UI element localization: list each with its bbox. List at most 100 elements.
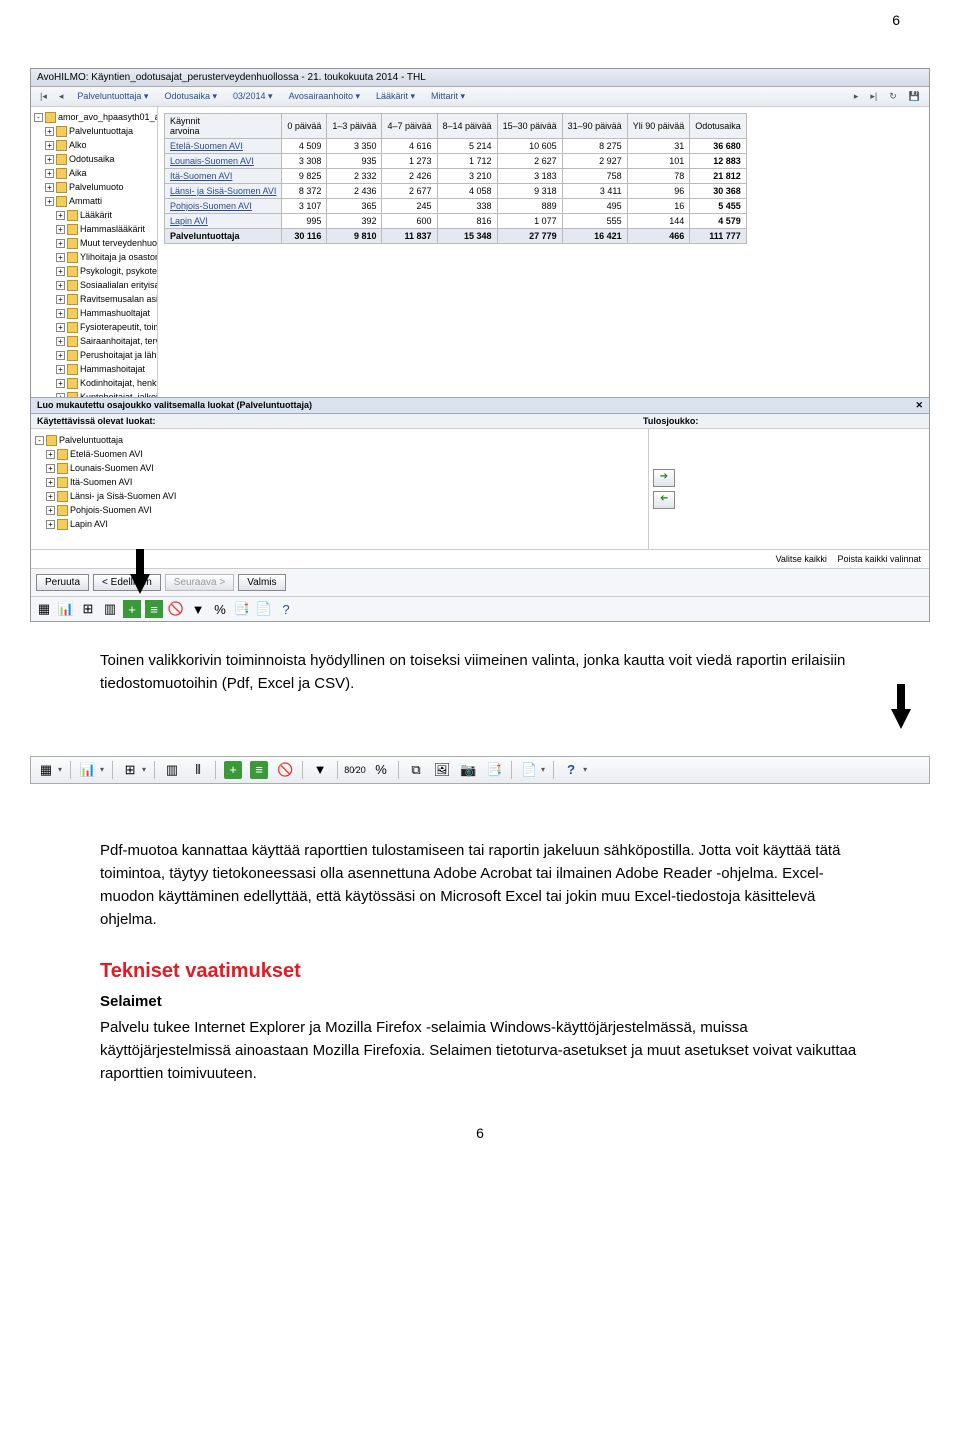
tree-item[interactable]: +Hammashuoltajat [34,306,154,320]
clear-all-link[interactable]: Poista kaikki valinnat [837,554,921,564]
nav-prev-icon[interactable]: ◂ [56,91,67,102]
tree-item[interactable]: +Odotusaika [34,152,154,166]
grid-icon[interactable]: ▦ [37,761,55,779]
filter-period[interactable]: 03/2014 ▾ [228,90,278,103]
filter-tree-item[interactable]: -Palveluntuottaja [35,433,644,447]
filter-tree-item[interactable]: +Pohjois-Suomen AVI [35,503,644,517]
layout-icon[interactable]: ▥ [101,600,119,618]
annotation-arrow [130,574,150,594]
filter-icon[interactable]: ▼ [189,600,207,618]
table-total-row: Palveluntuottaja30 1169 81011 83715 3482… [165,229,747,244]
percent-icon[interactable]: % [211,600,229,618]
save-icon[interactable]: 💾 [906,91,923,102]
section-heading: Tekniset vaatimukset [100,960,860,983]
available-tree[interactable]: -Palveluntuottaja+Etelä-Suomen AVI+Louna… [31,429,648,549]
subset-panel-title: Luo mukautettu osajoukko valitsemalla lu… [37,400,312,411]
table-row: Pohjois-Suomen AVI3 10736524533888949516… [165,199,747,214]
barchart-icon[interactable]: 📊 [79,761,97,779]
filter-palveluntuottaja[interactable]: Palveluntuottaja ▾ [72,90,153,103]
nav-first-icon[interactable]: |◂ [37,91,50,102]
table-icon[interactable]: ⊞ [79,600,97,618]
help-icon[interactable]: ? [277,600,295,618]
camera-icon[interactable]: 📷 [459,761,477,779]
page-number-bottom: 6 [0,1105,960,1171]
tree-item[interactable]: +Ylihoitaja ja osastonhoitaj [34,250,154,264]
picture-icon[interactable]: 🖼 [433,761,451,779]
filter-role[interactable]: Lääkärit ▾ [371,90,420,103]
tree-item[interactable]: +Hammashoitajat [34,362,154,376]
document-icon[interactable]: 📄 [255,600,273,618]
percent-icon[interactable]: % [372,761,390,779]
select-all-link[interactable]: Valitse kaikki [776,554,827,564]
dimension-tree[interactable]: -amor_avo_hpaasyth01_ahl_hpa +Palveluntu… [31,107,158,397]
add-icon[interactable]: ➔ [653,469,675,487]
filter-tree-item[interactable]: +Länsi- ja Sisä-Suomen AVI [35,489,644,503]
tree-item[interactable]: +Psykologit, psykoterapeutit [34,264,154,278]
tree-item[interactable]: +Kuntohoitajat, jalkojenhoit [34,390,154,397]
share-icon[interactable]: ⧉ [407,761,425,779]
toolbar-closeup: ▦▾ 📊▾ ⊞▾ ▥ ⫴ + ≡ 🚫 ▼ 80⁄20 % ⧉ 🖼 📷 📑 📄▾ … [30,756,930,784]
plus-icon[interactable]: + [123,600,141,618]
tree-item[interactable]: +Muut terveydenhuollon eril [34,236,154,250]
tree-item[interactable]: +Sairaanhoitajat, terveyden [34,334,154,348]
report-toolbar: |◂ ◂ Palveluntuottaja ▾ Odotusaika ▾ 03/… [31,87,929,107]
grid-icon[interactable]: ▦ [35,600,53,618]
plus-icon[interactable]: + [224,761,242,779]
layout-icon[interactable]: ▥ [163,761,181,779]
annotation-arrow [891,709,911,729]
window-title: AvoHILMO: Käyntien_odotusajat_perusterve… [31,69,929,87]
close-icon[interactable]: ✕ [915,400,923,411]
pivot-table: Käynnit arvoina 0 päivää 1–3 päivää 4–7 … [164,113,747,244]
forbidden-icon[interactable]: 🚫 [167,600,185,618]
filter-tree-item[interactable]: +Lapin AVI [35,517,644,531]
export-icon[interactable]: 📑 [485,761,503,779]
list-icon[interactable]: ≡ [250,761,268,779]
result-list[interactable]: ➔ ➔ [648,429,929,549]
tree-item[interactable]: +Hammaslääkärit [34,222,154,236]
nav-last-icon[interactable]: ▸| [867,91,880,102]
filter-mittarit[interactable]: Mittarit ▾ [426,90,470,103]
paragraph-2: Pdf-muotoa kannattaa käyttää raporttien … [100,839,860,932]
table-row: Länsi- ja Sisä-Suomen AVI8 3722 4362 677… [165,184,747,199]
columns-icon[interactable]: ⫴ [189,761,207,779]
filter-odotusaika[interactable]: Odotusaika ▾ [159,90,222,103]
tree-item[interactable]: +Aika [34,166,154,180]
done-button[interactable]: Valmis [238,574,285,591]
forbidden-icon[interactable]: 🚫 [276,761,294,779]
tree-item[interactable]: +Palvelumuoto [34,180,154,194]
tree-item[interactable]: +Lääkärit [34,208,154,222]
remove-icon[interactable]: ➔ [653,491,675,509]
tree-item[interactable]: +Fysioterapeutit, toimintate [34,320,154,334]
export-icon[interactable]: 📑 [233,600,251,618]
document-icon[interactable]: 📄 [520,761,538,779]
nav-next-icon[interactable]: ▸ [851,91,862,102]
paragraph-1: Toinen valikkorivin toiminnoista hyödyll… [100,649,860,696]
prev-button[interactable]: < Edellinen [93,574,161,591]
tree-item[interactable]: +Ravitsemusalan asiantuntij [34,292,154,306]
table-row: Itä-Suomen AVI9 8252 3322 4263 2103 1837… [165,169,747,184]
tree-item[interactable]: +Ammatti [34,194,154,208]
help-icon[interactable]: ? [562,761,580,779]
tree-item[interactable]: +Palveluntuottaja [34,124,154,138]
filter-service[interactable]: Avosairaanhoito ▾ [284,90,365,103]
tree-item[interactable]: +Alko [34,138,154,152]
app-screenshot: AvoHILMO: Käyntien_odotusajat_perusterve… [30,68,930,622]
cancel-button[interactable]: Peruuta [36,574,89,591]
tree-root[interactable]: amor_avo_hpaasyth01_ahl_hpa [58,110,158,124]
result-label: Tulosjoukko: [643,416,923,426]
list-icon[interactable]: ≡ [145,600,163,618]
repeat-icon[interactable]: ↻ [886,91,900,102]
table-row: Lapin AVI9953926008161 0775551444 579 [165,214,747,229]
table-icon[interactable]: ⊞ [121,761,139,779]
filter-tree-item[interactable]: +Etelä-Suomen AVI [35,447,644,461]
subsection-heading: Selaimet [100,993,860,1010]
table-row: Etelä-Suomen AVI4 5093 3504 6165 21410 6… [165,139,747,154]
filter-tree-item[interactable]: +Itä-Suomen AVI [35,475,644,489]
tree-item[interactable]: +Sosiaalialan erityisasiantun [34,278,154,292]
tree-item[interactable]: +Kodinhoitajat, henkilökohti [34,376,154,390]
filter-icon[interactable]: ▼ [311,761,329,779]
filter-tree-item[interactable]: +Lounais-Suomen AVI [35,461,644,475]
tree-item[interactable]: +Perushoitajat ja lähihoitaja [34,348,154,362]
ratio-icon[interactable]: 80⁄20 [346,761,364,779]
barchart-icon[interactable]: 📊 [57,600,75,618]
